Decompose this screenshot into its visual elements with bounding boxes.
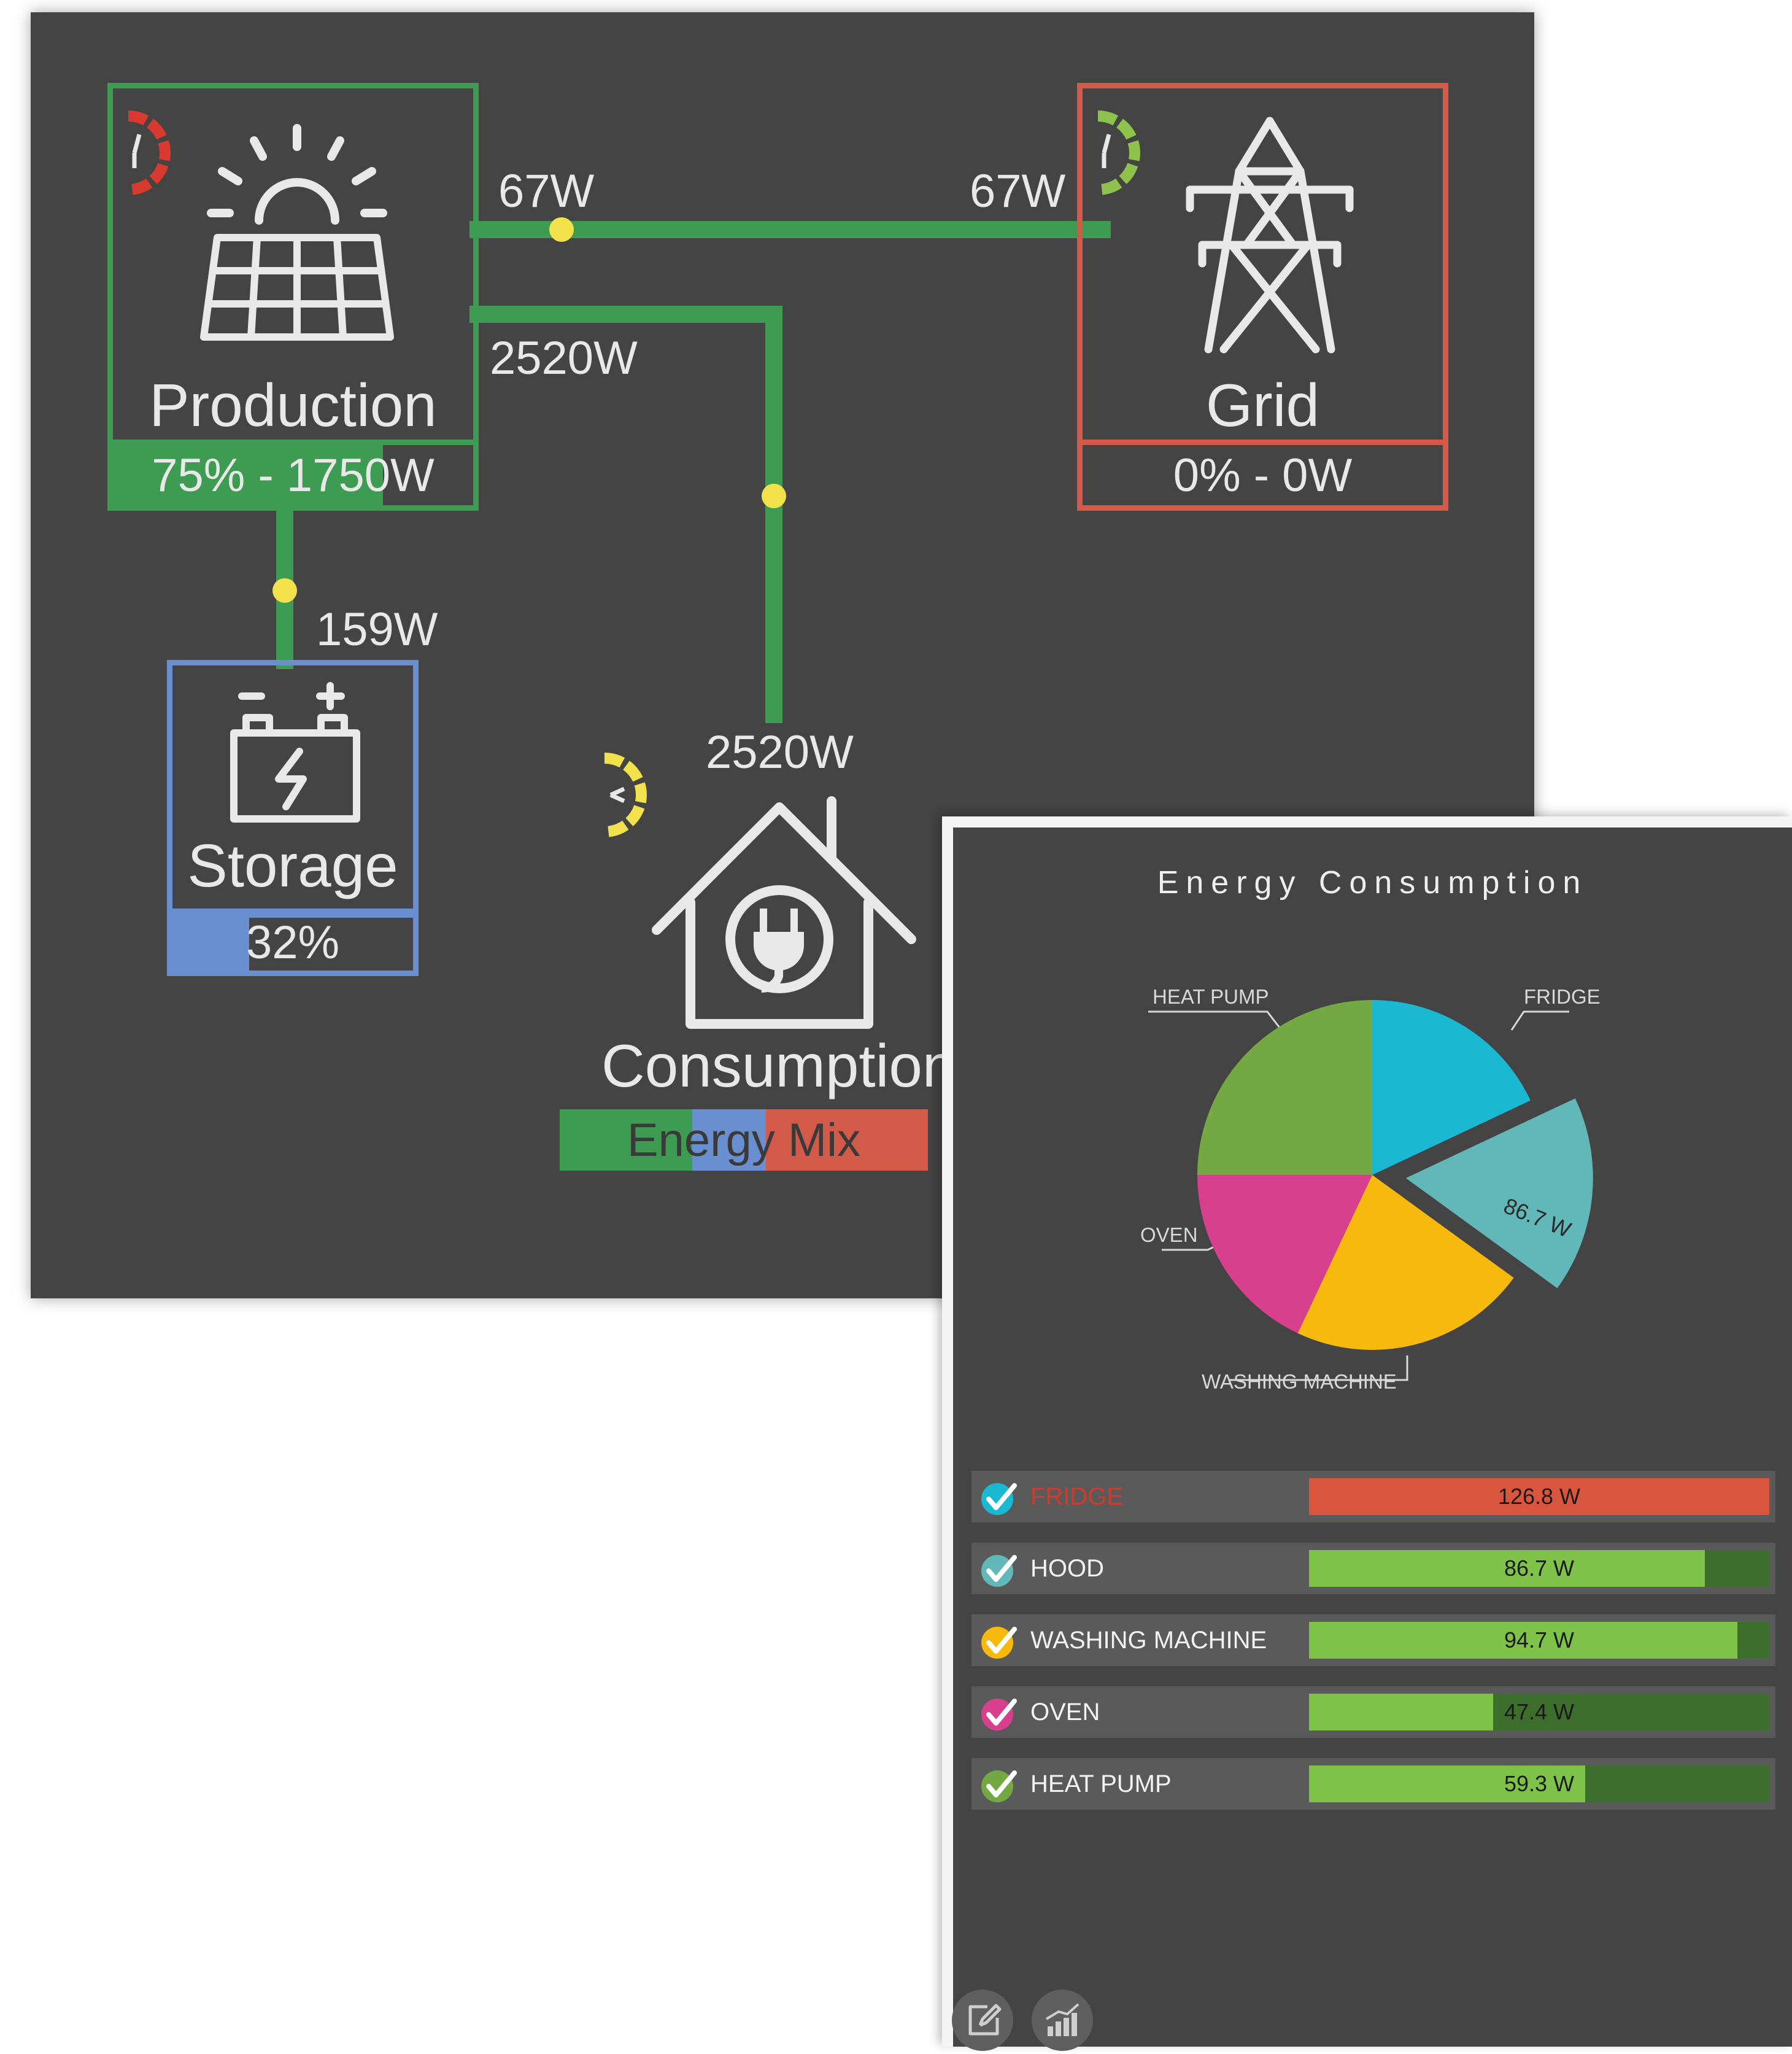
device-power-value: 59.3 W (1504, 1771, 1575, 1796)
device-name: FRIDGE (1030, 1483, 1124, 1510)
grid-node[interactable]: Grid (1077, 83, 1448, 445)
gauge-icon (1097, 110, 1140, 195)
flow-line-production-consumption-h (469, 306, 782, 323)
pie-label-oven: OVEN (1140, 1223, 1198, 1246)
checkbox-checked-icon[interactable] (979, 1550, 1018, 1589)
flow-label-production-consumption-start: 2520W (490, 332, 638, 384)
pie-label-fridge: FRIDGE (1524, 985, 1601, 1008)
production-node[interactable]: Production (107, 83, 479, 445)
device-name: HOOD (1030, 1555, 1104, 1582)
device-power-meter: 47.4 W (1309, 1694, 1769, 1730)
grid-share-bar: 0% - 0W (1077, 440, 1448, 511)
production-label: Production (149, 371, 437, 439)
flow-label-production-storage: 159W (316, 603, 438, 656)
pie-label-heat-pump: HEAT PUMP (1153, 985, 1269, 1008)
energy-mix-bar: Energy Mix (560, 1109, 928, 1171)
solar-panel-icon (200, 124, 394, 341)
consumption-label: Consumption (601, 1032, 956, 1099)
energy-mix-label: Energy Mix (627, 1114, 861, 1166)
storage-charge-label: 32% (245, 916, 340, 969)
flow-label-production-grid-start: 67W (498, 165, 595, 217)
consumption-pie-chart[interactable] (953, 827, 1792, 1441)
flow-dot (272, 578, 297, 603)
device-name: WASHING MACHINE (1030, 1627, 1267, 1654)
checkbox-checked-icon[interactable] (979, 1694, 1018, 1733)
pie-slices (1197, 1000, 1593, 1350)
edit-icon (968, 2004, 1002, 2036)
flow-label-production-consumption-end: 2520W (706, 726, 854, 778)
grid-share-label: 0% - 0W (1173, 449, 1353, 502)
energy-consumption-panel: Energy Consumption HEAT PUMP FRIDGE OVEN… (942, 816, 1792, 2051)
bar-chart-icon (1045, 2003, 1079, 2036)
battery-icon (230, 682, 360, 823)
device-power-value: 94.7 W (1504, 1627, 1575, 1653)
device-power-value: 86.7 W (1504, 1556, 1575, 1581)
device-row[interactable]: HOOD 86.7 W (971, 1543, 1775, 1594)
power-pylon-icon (1186, 117, 1354, 354)
gauge-icon (128, 110, 171, 195)
house-plug-icon (652, 796, 916, 1029)
device-row[interactable]: OVEN 47.4 W (971, 1686, 1775, 1738)
pie-slice-heat-pump[interactable] (1197, 1000, 1372, 1175)
flow-dot (762, 484, 786, 508)
device-row[interactable]: HEAT PUMP 59.3 W (971, 1758, 1775, 1810)
grid-label: Grid (1205, 371, 1320, 439)
pie-label-washing-machine: WASHING MACHINE (1202, 1370, 1397, 1393)
production-share-bar: 75% - 1750W (107, 440, 479, 511)
device-power-meter: 126.8 W (1309, 1478, 1769, 1515)
production-share-label: 75% - 1750W (152, 449, 434, 502)
device-power-value: 47.4 W (1504, 1699, 1575, 1724)
checkbox-checked-icon[interactable] (979, 1622, 1018, 1661)
device-power-meter: 59.3 W (1309, 1765, 1769, 1802)
chart-button[interactable] (1032, 1990, 1093, 2051)
flow-line-production-consumption-v (765, 306, 782, 723)
checkbox-checked-icon[interactable] (979, 1765, 1018, 1805)
flow-dot (549, 217, 574, 242)
gauge-icon (604, 753, 647, 837)
device-power-value: 126.8 W (1497, 1484, 1581, 1509)
storage-charge-bar: 32% (167, 909, 419, 976)
device-power-meter: 86.7 W (1309, 1550, 1769, 1587)
storage-node[interactable]: Storage (167, 660, 419, 918)
device-name: OVEN (1030, 1699, 1100, 1726)
device-row[interactable]: FRIDGE 126.8 W (971, 1471, 1775, 1522)
edit-button[interactable] (952, 1990, 1013, 2051)
device-row[interactable]: WASHING MACHINE 94.7 W (971, 1614, 1775, 1666)
storage-label: Storage (187, 832, 398, 899)
checkbox-checked-icon[interactable] (979, 1478, 1018, 1517)
flow-label-production-grid-end: 67W (970, 165, 1066, 217)
device-power-meter: 94.7 W (1309, 1622, 1769, 1659)
device-name: HEAT PUMP (1030, 1770, 1172, 1797)
